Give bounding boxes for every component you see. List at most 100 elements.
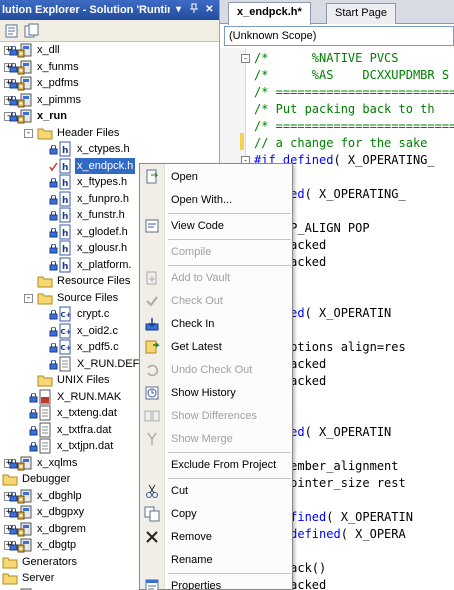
file-icon (57, 356, 73, 372)
tree-item-x-funpro-h[interactable]: x_funpro.h (75, 191, 131, 207)
tree-item-x-run-def[interactable]: X_RUN.DEF (75, 356, 141, 372)
code-line: // a change for the sake (254, 135, 427, 152)
menu-item-check-in[interactable]: Check In (140, 313, 292, 336)
tree-item-debugger[interactable]: Debugger (20, 471, 72, 487)
tree-item-x-oid2-c[interactable]: x_oid2.c (75, 323, 120, 339)
properties-toolbar-icon[interactable] (4, 23, 20, 39)
tree-expander[interactable]: - (24, 293, 33, 303)
tree-item-x-endpck-h[interactable]: x_endpck.h (75, 157, 136, 174)
lock-icon (29, 408, 38, 419)
lock-icon (9, 95, 18, 106)
tree-item-crypt-c[interactable]: crypt.c (75, 306, 111, 322)
project-icon (17, 92, 33, 108)
code-token: /* Put packing back to th (254, 102, 435, 116)
scope-dropdown[interactable]: (Unknown Scope) (224, 26, 454, 46)
open-icon (144, 169, 160, 185)
tree-item-x-dbgpxy[interactable]: x_dbgpxy (35, 504, 86, 520)
project-icon (17, 521, 33, 537)
menu-item-cut[interactable]: Cut (140, 480, 292, 503)
menu-item-open[interactable]: Open (140, 166, 292, 189)
lock-icon (49, 342, 58, 353)
menu-item-copy[interactable]: Copy (140, 503, 292, 526)
code-token: defined (290, 527, 341, 541)
tree-item-label: x_txtjpn.dat (57, 440, 114, 452)
code-token: /* %NATIVE PVCS (254, 51, 399, 65)
tree-item-server[interactable]: Server (20, 570, 56, 586)
tree-item-x-dll[interactable]: x_dll (35, 42, 62, 58)
tree-item-label: Source Files (57, 291, 119, 304)
tree-item-x-glodef-h[interactable]: x_glodef.h (75, 224, 130, 240)
code-token: /* ========================== (254, 85, 454, 99)
close-panel-icon[interactable]: ✕ (203, 3, 216, 16)
tree-item-unix-files[interactable]: UNIX Files (55, 372, 112, 388)
menu-item-remove[interactable]: Remove (140, 526, 292, 549)
menu-separator (168, 478, 291, 479)
menu-item-show-history[interactable]: Show History (140, 382, 292, 405)
tab-x-endpck-h[interactable]: x_endpck.h* (228, 2, 311, 25)
menu-item-get-latest[interactable]: Get Latest (140, 336, 292, 359)
menu-separator (168, 573, 291, 574)
view-code-icon (144, 218, 160, 234)
tree-item-source-files[interactable]: Source Files (55, 290, 120, 306)
auto-hide-pin-icon[interactable] (188, 3, 201, 16)
window-position-icon[interactable]: ▾ (172, 3, 185, 16)
tree-item-x-ctypes-h[interactable]: x_ctypes.h (75, 141, 132, 157)
tree-item-generators[interactable]: Generators (20, 554, 79, 570)
menu-separator (168, 239, 291, 240)
tree-item-x-ftypes-h[interactable]: x_ftypes.h (75, 174, 129, 190)
tree-item-x-dbgrem[interactable]: x_dbgrem (35, 521, 88, 537)
tree-item-x-funms[interactable]: x_funms (35, 59, 81, 75)
header-file-icon: h (57, 240, 73, 256)
menu-item-label: Compile (171, 246, 212, 258)
tree-item-resource-files[interactable]: Resource Files (55, 273, 132, 289)
tree-expander[interactable]: - (24, 128, 33, 138)
menu-item-properties[interactable]: Properties (140, 575, 292, 590)
tree-item-x-platform[interactable]: x_platform. (75, 257, 133, 273)
tree-item-x-pimms[interactable]: x_pimms (35, 92, 83, 108)
lock-icon (9, 111, 18, 122)
lock-icon (49, 359, 58, 370)
tree-item-label: X_RUN.DEF (77, 357, 140, 370)
tree-item-label: x_dbgrem (37, 522, 86, 535)
tree-item-x-run-mak[interactable]: X_RUN.MAK (55, 389, 123, 405)
project-icon (17, 75, 33, 91)
show-merge-icon (144, 431, 160, 447)
folder-icon (37, 273, 53, 289)
svg-text:h: h (62, 146, 68, 156)
tree-item-x-txteng-dat[interactable]: x_txteng.dat (55, 405, 119, 421)
lock-icon (49, 210, 58, 221)
tree-item-x-dbgtp[interactable]: x_dbgtp (35, 537, 78, 553)
tree-item-label: x_run (37, 110, 67, 122)
show-all-files-icon[interactable] (24, 23, 40, 39)
menu-item-label: Check Out (171, 295, 223, 307)
outline-collapse-icon[interactable]: - (241, 54, 250, 63)
tree-item-x-pdfms[interactable]: x_pdfms (35, 75, 81, 91)
menu-item-open-with[interactable]: Open With... (140, 189, 292, 212)
tree-item-x-funstr-h[interactable]: x_funstr.h (75, 207, 127, 223)
tree-item-lcxp0010[interactable]: lcxp0010 (35, 587, 83, 590)
tree-item-label: X_RUN.MAK (57, 390, 122, 403)
menu-item-label: Show Differences (171, 410, 258, 422)
tree-item-header-files[interactable]: Header Files (55, 125, 121, 141)
tree-item-label: x_pdfms (37, 77, 79, 89)
tree-item-x-txtjpn-dat[interactable]: x_txtjpn.dat (55, 438, 115, 454)
lock-icon (9, 45, 18, 56)
menu-item-view-code[interactable]: View Code (140, 215, 292, 238)
lock-icon (29, 392, 38, 403)
folder-icon (2, 570, 18, 586)
menu-item-rename[interactable]: Rename (140, 549, 292, 572)
menu-item-label: Remove (171, 531, 212, 543)
tree-item-x-run[interactable]: x_run (35, 108, 69, 124)
tree-item-x-dbghlp[interactable]: x_dbghlp (35, 488, 84, 504)
tree-item-label: x_funms (37, 60, 79, 73)
tab-start-page[interactable]: Start Page (326, 3, 396, 24)
tree-item-x-pdf5-c[interactable]: x_pdf5.c (75, 339, 121, 355)
tree-item-x-glousr-h[interactable]: x_glousr.h (75, 240, 129, 256)
lock-icon (9, 507, 18, 518)
project-icon (17, 108, 33, 124)
menu-item-label: Get Latest (171, 341, 222, 353)
tree-item-x-xqlms[interactable]: x_xqlms (35, 455, 79, 471)
menu-item-exclude-from-project[interactable]: Exclude From Project (140, 454, 292, 477)
svg-text:h: h (62, 196, 68, 206)
tree-item-x-txtfra-dat[interactable]: x_txtfra.dat (55, 422, 113, 438)
